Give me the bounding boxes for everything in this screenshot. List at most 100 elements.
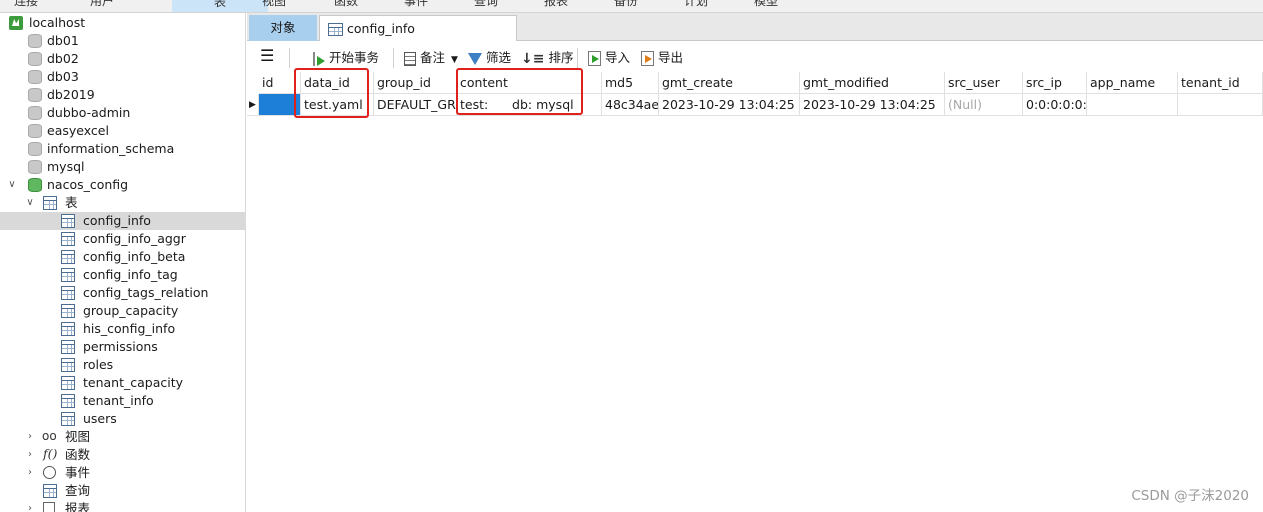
column-header-gmt-create[interactable]: gmt_create — [659, 72, 800, 94]
tree-table-permissions[interactable]: permissions — [0, 338, 245, 356]
tree-db-dubbo-admin[interactable]: dubbo-admin — [0, 104, 245, 122]
cell-group-id[interactable]: DEFAULT_GRO — [374, 94, 457, 116]
table-row[interactable]: ▶ 1 test.yaml DEFAULT_GRO test: db: mysq… — [247, 94, 1263, 116]
table-icon — [61, 340, 75, 354]
menu-connection[interactable]: 连接 — [14, 0, 38, 9]
column-header-gmt-modified[interactable]: gmt_modified — [800, 72, 945, 94]
menu-query[interactable]: 查询 — [474, 0, 498, 9]
menu-backup[interactable]: 备份 — [614, 0, 638, 9]
cell-src-user[interactable]: (Null) — [945, 94, 1023, 116]
chevron-right-icon[interactable]: › — [24, 464, 36, 482]
tree-connection-localhost[interactable]: localhost — [0, 14, 245, 32]
tab-strip: 对象 config_info @nacos_config (... — [247, 13, 1263, 62]
transaction-icon — [311, 51, 325, 66]
tree-table-config-info-beta[interactable]: config_info_beta — [0, 248, 245, 266]
export-button[interactable]: 导出 — [641, 49, 683, 67]
tree-table-his-config-info[interactable]: his_config_info — [0, 320, 245, 338]
grid-header-row: id data_id group_id content md5 gmt_crea… — [247, 72, 1263, 94]
table-icon — [61, 250, 75, 264]
tree-label: config_info — [83, 213, 151, 228]
tree-label: 表 — [65, 195, 78, 210]
tree-group-tables[interactable]: ∨ 表 — [0, 194, 245, 212]
tree-table-config-info-tag[interactable]: config_info_tag — [0, 266, 245, 284]
chevron-right-icon[interactable]: › — [24, 428, 36, 446]
menu-icon[interactable]: ☰ — [260, 48, 274, 66]
tree-table-users[interactable]: users — [0, 410, 245, 428]
tree-db-db02[interactable]: db02 — [0, 50, 245, 68]
import-label: 导入 — [605, 50, 631, 65]
tree-label: nacos_config — [47, 177, 129, 192]
comment-button[interactable]: 备注 ▼ — [404, 49, 458, 67]
column-header-md5[interactable]: md5 — [602, 72, 659, 94]
tree-db-easyexcel[interactable]: easyexcel — [0, 122, 245, 140]
row-indicator-icon[interactable]: ▶ — [247, 94, 259, 116]
cell-tenant-id[interactable] — [1178, 94, 1263, 116]
tree-label: 报表 — [65, 501, 91, 512]
database-icon — [28, 88, 42, 102]
tree-table-group-capacity[interactable]: group_capacity — [0, 302, 245, 320]
table-icon — [61, 412, 75, 426]
cell-gmt-create[interactable]: 2023-10-29 13:04:25 — [659, 94, 800, 116]
tab-config-info[interactable]: config_info @nacos_config (... — [319, 15, 517, 62]
chevron-right-icon[interactable]: › — [24, 446, 36, 464]
tree-table-tenant-info[interactable]: tenant_info — [0, 392, 245, 410]
filter-label: 筛选 — [486, 50, 512, 65]
tree-group-functions[interactable]: › f() 函数 — [0, 446, 245, 464]
tree-label: 函数 — [65, 447, 91, 462]
database-icon — [28, 34, 42, 48]
menu-model[interactable]: 模型 — [754, 0, 778, 9]
database-icon — [28, 160, 42, 174]
import-button[interactable]: 导入 — [588, 49, 630, 67]
cell-app-name[interactable] — [1087, 94, 1178, 116]
begin-transaction-button[interactable]: 开始事务 — [311, 49, 379, 67]
tree-table-config-tags-relation[interactable]: config_tags_relation — [0, 284, 245, 302]
menu-schedule[interactable]: 计划 — [684, 0, 708, 9]
tree-table-config-info-aggr[interactable]: config_info_aggr — [0, 230, 245, 248]
chevron-down-icon[interactable]: ∨ — [24, 194, 36, 212]
table-icon — [61, 394, 75, 408]
chevron-down-icon[interactable]: ∨ — [6, 176, 18, 194]
filter-button[interactable]: 筛选 — [468, 49, 511, 67]
function-icon: f() — [43, 446, 58, 461]
tree-label: localhost — [29, 15, 86, 30]
tree-db-db2019[interactable]: db2019 — [0, 86, 245, 104]
tree-table-tenant-capacity[interactable]: tenant_capacity — [0, 374, 245, 392]
menu-event[interactable]: 事件 — [404, 0, 428, 9]
column-header-app-name[interactable]: app_name — [1087, 72, 1178, 94]
cell-src-ip[interactable]: 0:0:0:0:0:0: — [1023, 94, 1087, 116]
column-header-tenant-id[interactable]: tenant_id — [1178, 72, 1263, 94]
cell-md5[interactable]: 48c34ae3 — [602, 94, 659, 116]
tree-table-config-info[interactable]: config_info — [0, 212, 245, 230]
chevron-down-icon[interactable]: ▼ — [451, 55, 458, 65]
cell-gmt-modified[interactable]: 2023-10-29 13:04:25 — [800, 94, 945, 116]
table-icon — [61, 232, 75, 246]
menu-view[interactable]: 视图 — [262, 0, 286, 9]
tree-group-events[interactable]: › 事件 — [0, 464, 245, 482]
tree-db-nacos-config[interactable]: ∨ nacos_config — [0, 176, 245, 194]
tree-db-information-schema[interactable]: information_schema — [0, 140, 245, 158]
tree-label: mysql — [47, 159, 85, 174]
menu-function[interactable]: 函数 — [334, 0, 358, 9]
tree-label: information_schema — [47, 141, 175, 156]
menu-user[interactable]: 用户 — [90, 0, 114, 9]
sort-button[interactable]: ↓≡ 排序 — [521, 49, 573, 67]
tree-db-db01[interactable]: db01 — [0, 32, 245, 50]
tree-group-queries[interactable]: 查询 — [0, 482, 245, 500]
column-header-src-user[interactable]: src_user — [945, 72, 1023, 94]
tree-group-views[interactable]: › oo 视图 — [0, 428, 245, 446]
import-icon — [588, 51, 601, 66]
tree-group-reports[interactable]: › 报表 — [0, 500, 245, 512]
tab-objects[interactable]: 对象 — [249, 15, 317, 41]
column-header-src-ip[interactable]: src_ip — [1023, 72, 1087, 94]
begin-transaction-label: 开始事务 — [329, 50, 380, 65]
query-icon — [43, 484, 57, 498]
menu-report[interactable]: 报表 — [544, 0, 568, 9]
menu-table[interactable]: 表 — [172, 0, 268, 12]
tree-table-roles[interactable]: roles — [0, 356, 245, 374]
column-header-group-id[interactable]: group_id — [374, 72, 457, 94]
tree-db-db03[interactable]: db03 — [0, 68, 245, 86]
chevron-right-icon[interactable]: › — [24, 500, 36, 512]
tree-label: db03 — [47, 69, 79, 84]
main-menubar: 连接 用户 表 视图 函数 事件 查询 报表 备份 计划 模型 — [0, 0, 1263, 13]
tree-db-mysql[interactable]: mysql — [0, 158, 245, 176]
